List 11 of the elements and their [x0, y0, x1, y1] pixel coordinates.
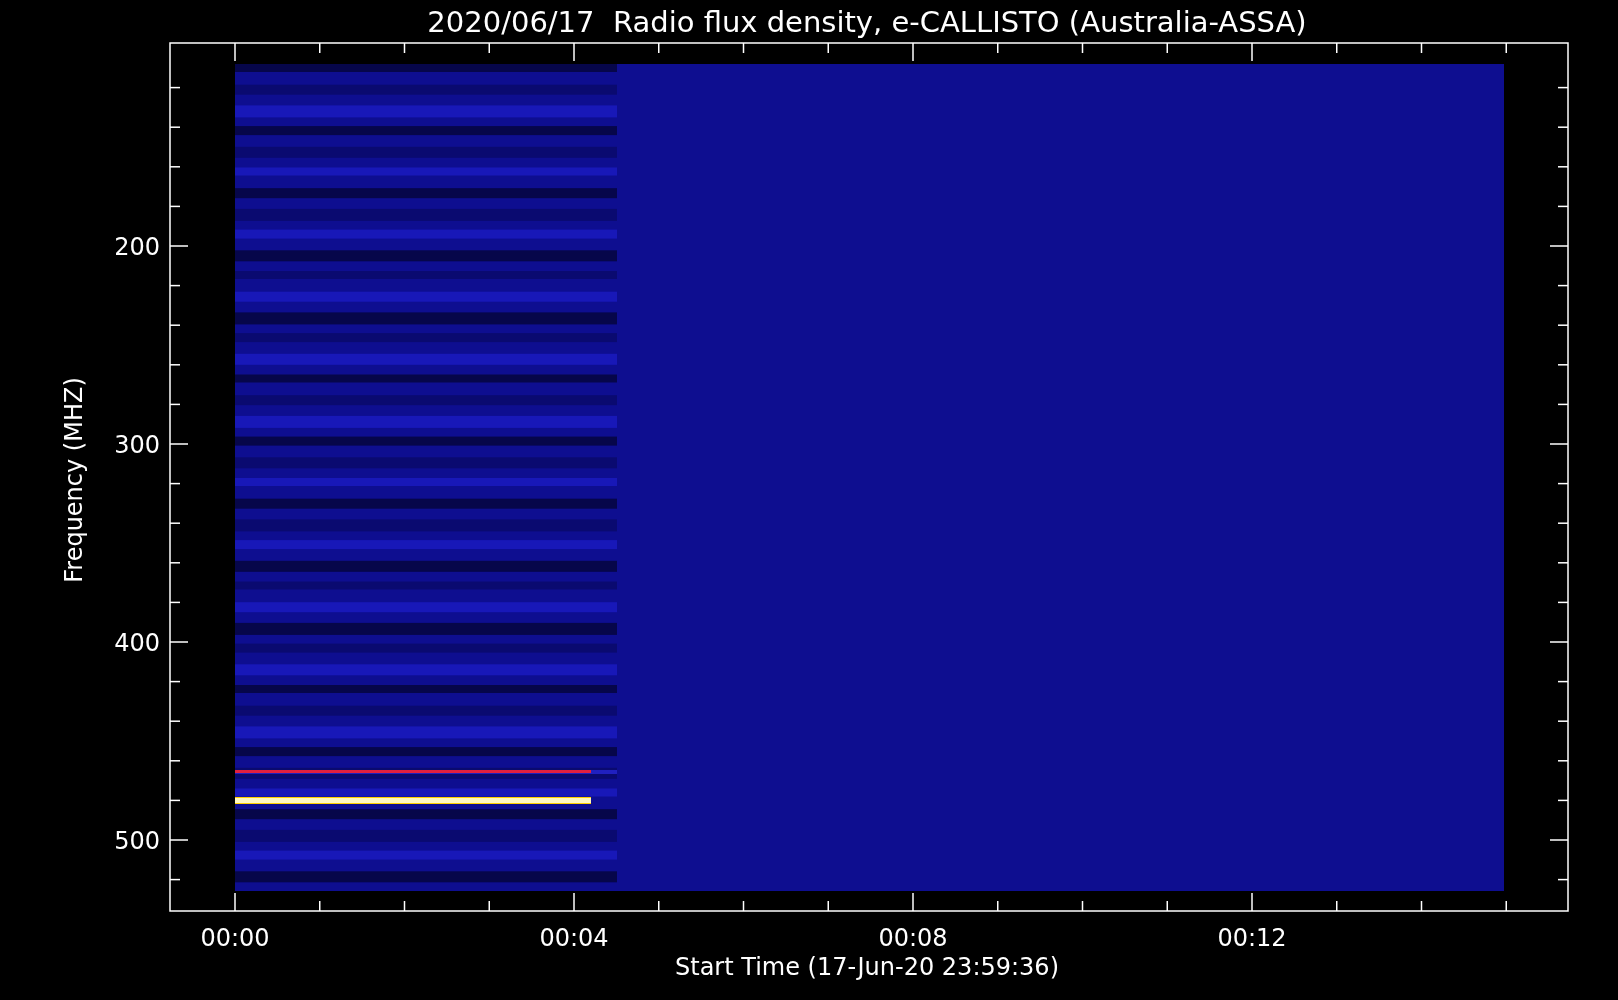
- y-tick-label: 500: [114, 827, 160, 855]
- x-axis-label: Start Time (17-Jun-20 23:59:36): [675, 953, 1059, 981]
- y-tick-label: 400: [114, 629, 160, 657]
- x-tick-label: 00:08: [878, 924, 948, 952]
- y-axis-label: Frequency (MHZ): [60, 377, 88, 583]
- y-tick-label: 200: [114, 233, 160, 261]
- chart-title: 2020/06/17 Radio flux density, e-CALLISTO (Australia-ASSA): [427, 5, 1307, 39]
- y-tick-label: 300: [114, 431, 160, 459]
- x-tick-label: 00:04: [539, 924, 609, 952]
- x-tick-label: 00:12: [1217, 924, 1287, 952]
- x-tick-label: 00:00: [200, 924, 270, 952]
